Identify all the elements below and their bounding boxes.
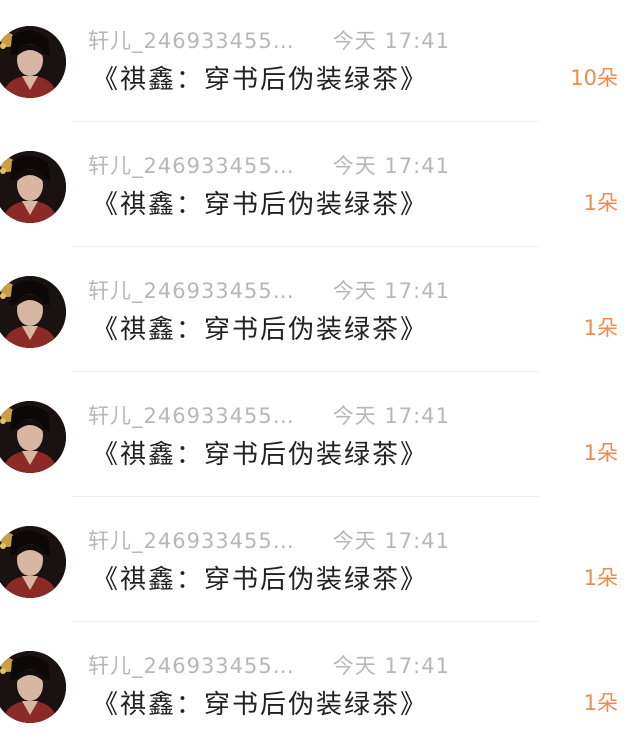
list-item[interactable]: 轩儿_246933455… 今天 17:41 《祺鑫：穿书后伪装绿茶》 1朵 <box>0 375 640 500</box>
username: 轩儿_246933455… <box>88 404 295 428</box>
username: 轩儿_246933455… <box>88 154 295 178</box>
divider <box>72 121 540 122</box>
gift-record-list: 轩儿_246933455… 今天 17:41 《祺鑫：穿书后伪装绿茶》 10朵 … <box>0 0 640 748</box>
flower-count: 1朵 <box>583 191 618 215</box>
flower-count: 1朵 <box>583 691 618 715</box>
user-avatar-icon[interactable] <box>0 26 66 98</box>
timestamp: 今天 17:41 <box>332 154 450 178</box>
list-item[interactable]: 轩儿_246933455… 今天 17:41 《祺鑫：穿书后伪装绿茶》 10朵 <box>0 0 640 125</box>
user-avatar-icon[interactable] <box>0 151 66 223</box>
username: 轩儿_246933455… <box>88 529 295 553</box>
item-meta: 轩儿_246933455… 今天 17:41 <box>88 151 450 179</box>
flower-count: 1朵 <box>583 566 618 590</box>
divider <box>72 246 540 247</box>
divider <box>72 371 540 372</box>
item-meta: 轩儿_246933455… 今天 17:41 <box>88 526 450 554</box>
divider <box>72 621 540 622</box>
timestamp: 今天 17:41 <box>332 654 450 678</box>
list-item[interactable]: 轩儿_246933455… 今天 17:41 《祺鑫：穿书后伪装绿茶》 1朵 <box>0 500 640 625</box>
flower-count: 1朵 <box>583 441 618 465</box>
item-title[interactable]: 《祺鑫：穿书后伪装绿茶》 <box>92 60 428 95</box>
user-avatar-icon[interactable] <box>0 526 66 598</box>
timestamp: 今天 17:41 <box>332 279 450 303</box>
item-title[interactable]: 《祺鑫：穿书后伪装绿茶》 <box>92 310 428 345</box>
item-meta: 轩儿_246933455… 今天 17:41 <box>88 401 450 429</box>
user-avatar-icon[interactable] <box>0 276 66 348</box>
timestamp: 今天 17:41 <box>332 404 450 428</box>
item-title[interactable]: 《祺鑫：穿书后伪装绿茶》 <box>92 435 428 470</box>
divider <box>72 496 540 497</box>
item-title[interactable]: 《祺鑫：穿书后伪装绿茶》 <box>92 560 428 595</box>
flower-count: 1朵 <box>583 316 618 340</box>
item-meta: 轩儿_246933455… 今天 17:41 <box>88 651 450 679</box>
timestamp: 今天 17:41 <box>332 29 450 53</box>
user-avatar-icon[interactable] <box>0 651 66 723</box>
flower-count: 10朵 <box>570 66 618 90</box>
item-meta: 轩儿_246933455… 今天 17:41 <box>88 26 450 54</box>
list-item[interactable]: 轩儿_246933455… 今天 17:41 《祺鑫：穿书后伪装绿茶》 1朵 <box>0 250 640 375</box>
list-item[interactable]: 轩儿_246933455… 今天 17:41 《祺鑫：穿书后伪装绿茶》 1朵 <box>0 125 640 250</box>
user-avatar-icon[interactable] <box>0 401 66 473</box>
username: 轩儿_246933455… <box>88 279 295 303</box>
item-title[interactable]: 《祺鑫：穿书后伪装绿茶》 <box>92 185 428 220</box>
item-meta: 轩儿_246933455… 今天 17:41 <box>88 276 450 304</box>
username: 轩儿_246933455… <box>88 29 295 53</box>
list-item[interactable]: 轩儿_246933455… 今天 17:41 《祺鑫：穿书后伪装绿茶》 1朵 <box>0 625 640 750</box>
username: 轩儿_246933455… <box>88 654 295 678</box>
item-title[interactable]: 《祺鑫：穿书后伪装绿茶》 <box>92 685 428 720</box>
timestamp: 今天 17:41 <box>332 529 450 553</box>
